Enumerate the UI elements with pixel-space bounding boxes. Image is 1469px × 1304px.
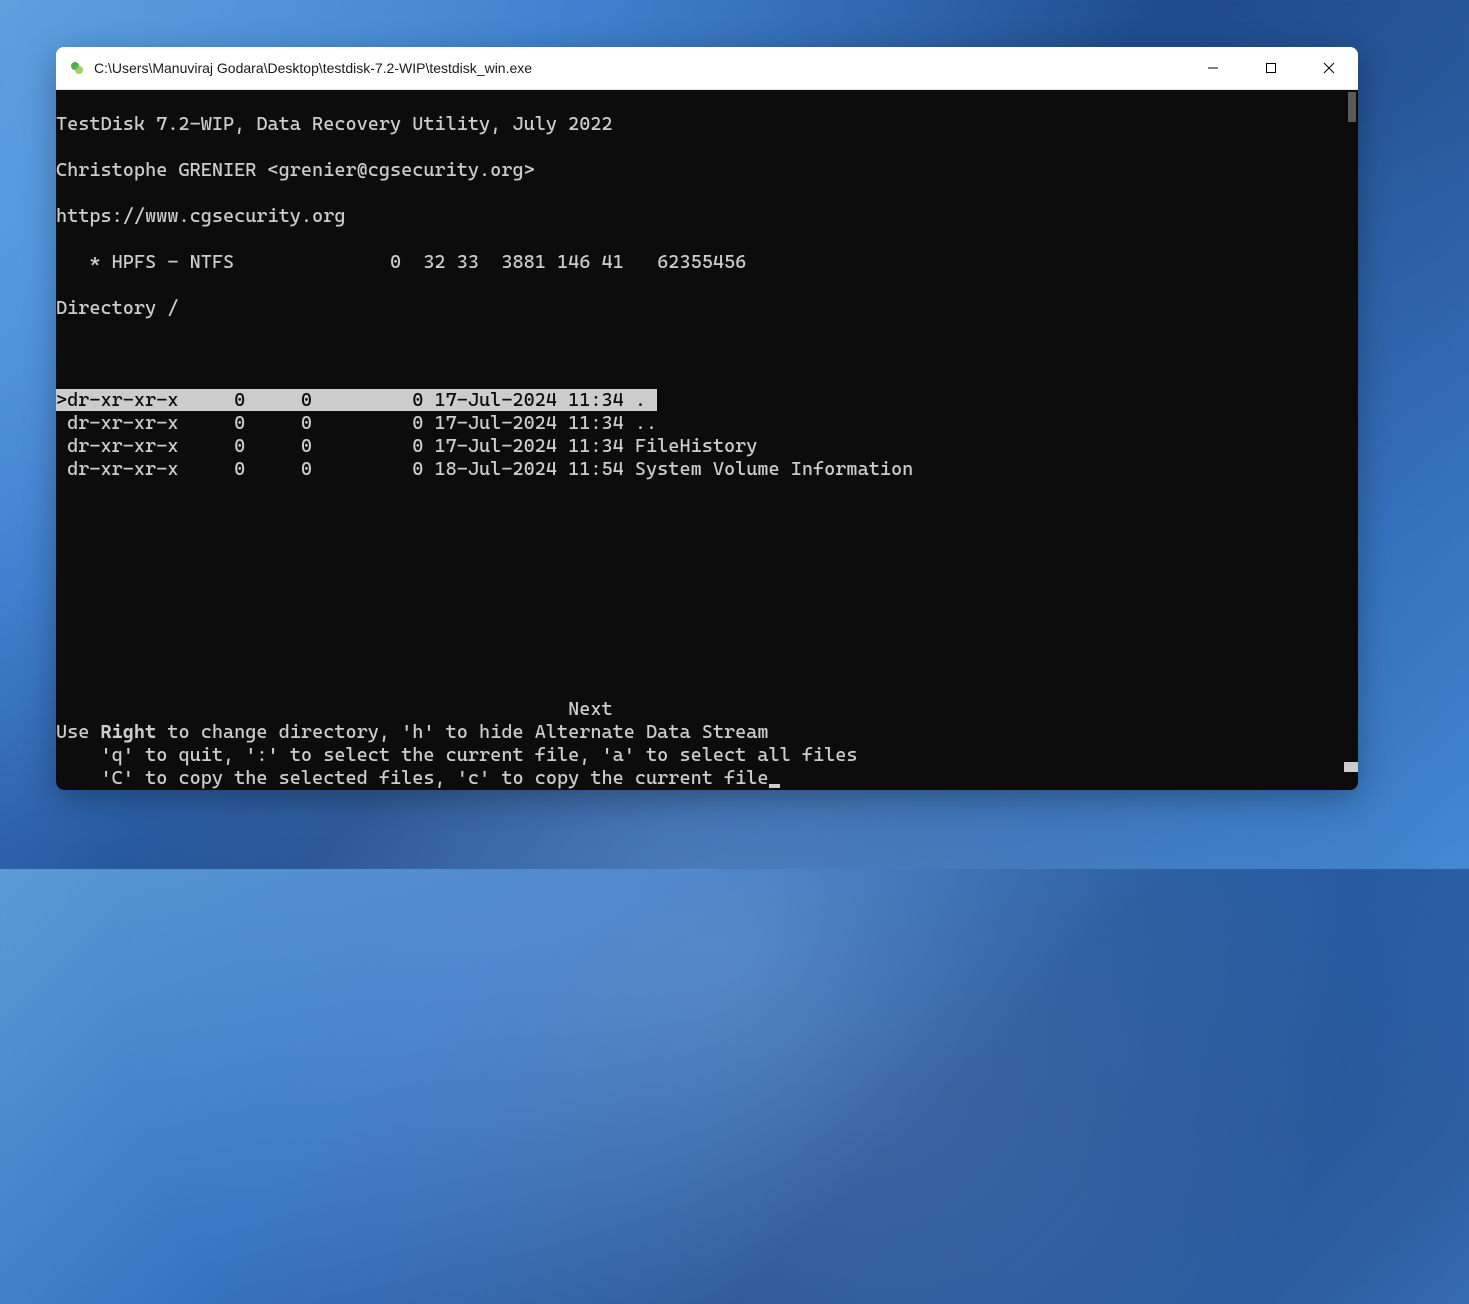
file-row[interactable]: dr-xr-xr-x 0 0 0 17-Jul-2024 11:34 FileH… [56, 435, 1358, 458]
window-title: C:\Users\Manuviraj Godara\Desktop\testdi… [94, 60, 1184, 76]
help-line-1: Use Right to change directory, 'h' to hi… [56, 721, 1358, 744]
file-row[interactable]: >dr-xr-xr-x 0 0 0 17-Jul-2024 11:34 . [56, 389, 1358, 412]
terminal-content: TestDisk 7.2-WIP, Data Recovery Utility,… [56, 90, 1358, 527]
titlebar[interactable]: C:\Users\Manuviraj Godara\Desktop\testdi… [56, 47, 1358, 90]
cursor-icon [769, 784, 780, 788]
directory-label: Directory / [56, 297, 1358, 320]
file-row[interactable]: dr-xr-xr-x 0 0 0 17-Jul-2024 11:34 .. [56, 412, 1358, 435]
scrollbar-thumb[interactable] [1348, 92, 1356, 122]
next-label: Next [56, 698, 1358, 721]
author-line: Christophe GRENIER <grenier@cgsecurity.o… [56, 159, 1358, 182]
scrollbar-indicator [1344, 762, 1358, 772]
help-line-2: 'q' to quit, ':' to select the current f… [56, 744, 1358, 767]
minimize-button[interactable] [1184, 47, 1242, 89]
terminal-footer: Next Use Right to change directory, 'h' … [56, 698, 1358, 790]
maximize-button[interactable] [1242, 47, 1300, 89]
help-bold-key: Right [101, 721, 157, 743]
app-icon [68, 59, 86, 77]
file-list: >dr-xr-xr-x 0 0 0 17-Jul-2024 11:34 . dr… [56, 389, 1358, 481]
close-button[interactable] [1300, 47, 1358, 89]
console-window: C:\Users\Manuviraj Godara\Desktop\testdi… [56, 47, 1358, 790]
terminal-area[interactable]: TestDisk 7.2-WIP, Data Recovery Utility,… [56, 90, 1358, 790]
partition-line: * HPFS - NTFS 0 32 33 3881 146 41 623554… [56, 251, 1358, 274]
url-line: https://www.cgsecurity.org [56, 205, 1358, 228]
blank-line [56, 343, 1358, 366]
file-row[interactable]: dr-xr-xr-x 0 0 0 18-Jul-2024 11:54 Syste… [56, 458, 1358, 481]
window-controls [1184, 47, 1358, 89]
help-line-3: 'C' to copy the selected files, 'c' to c… [56, 767, 1358, 790]
scrollbar[interactable] [1344, 90, 1358, 790]
header-line: TestDisk 7.2-WIP, Data Recovery Utility,… [56, 113, 1358, 136]
